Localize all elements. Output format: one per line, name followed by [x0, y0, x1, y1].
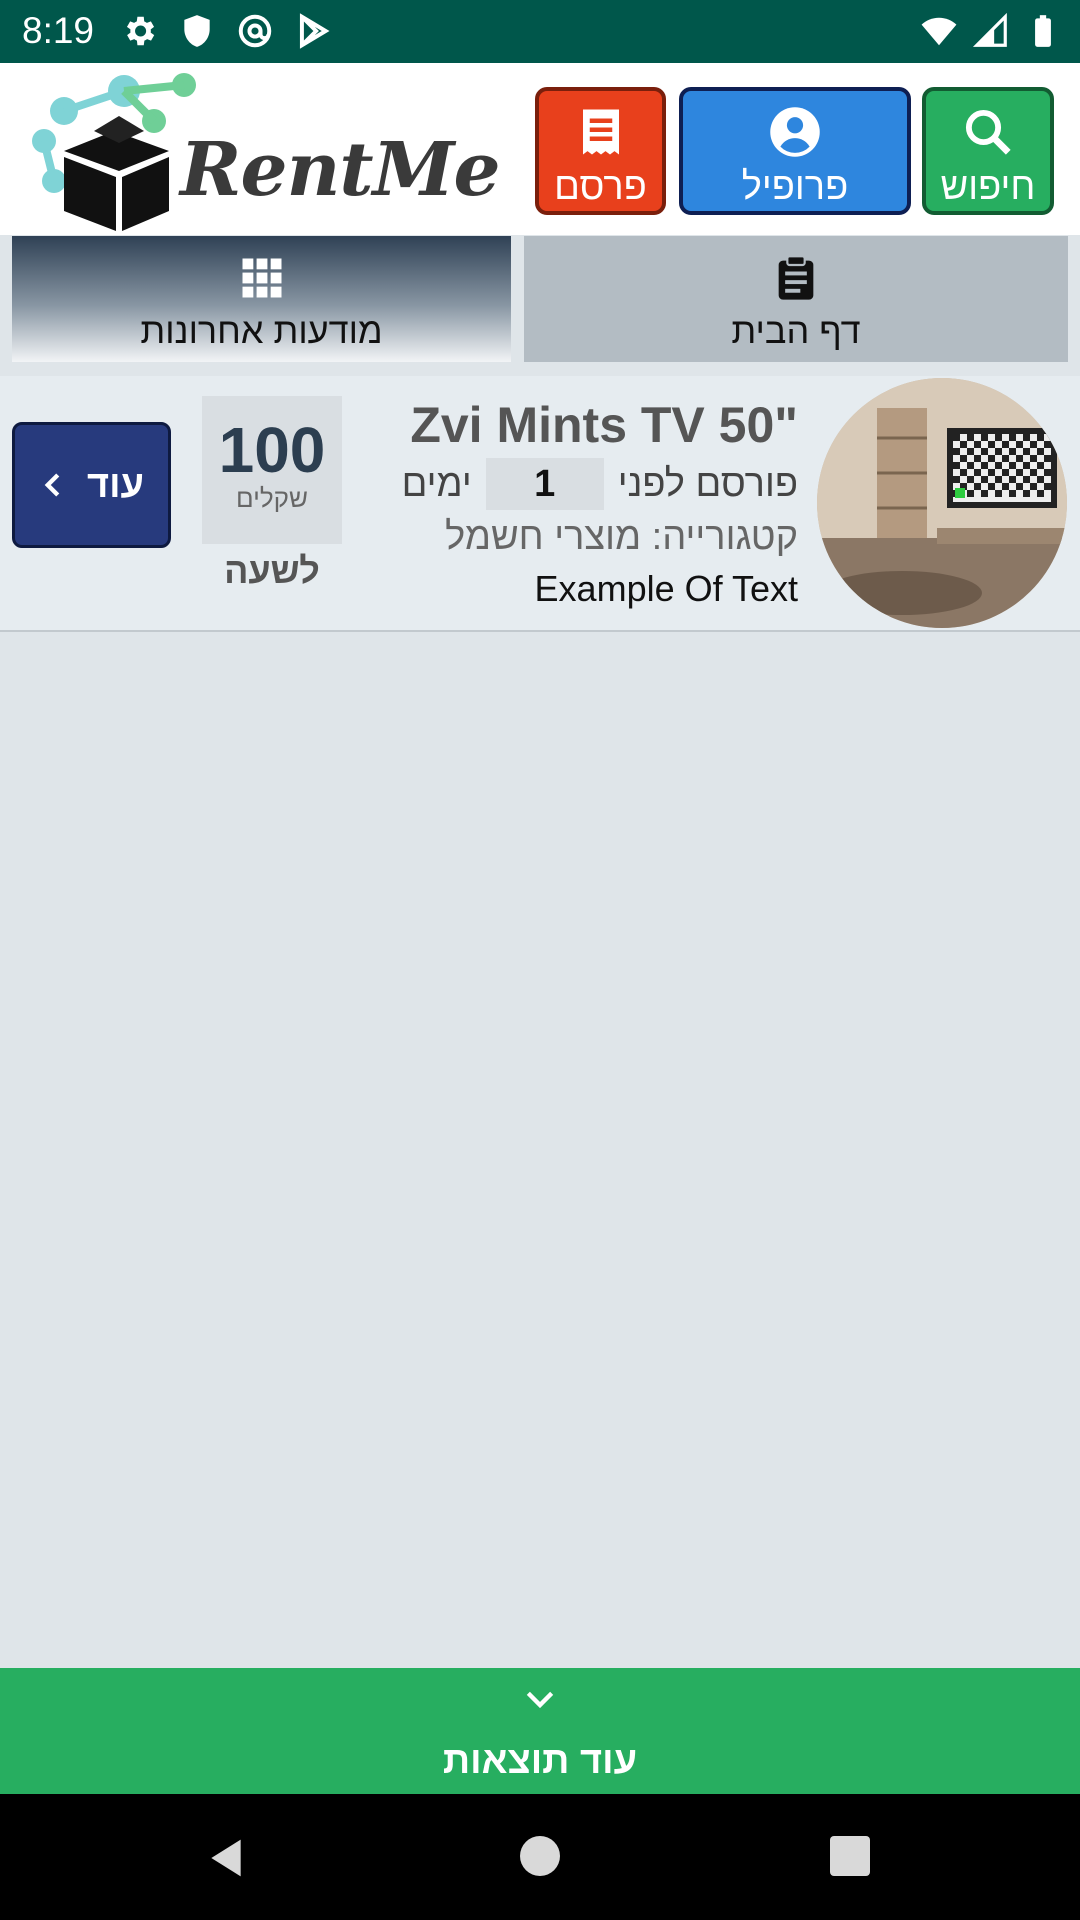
posted-suffix: ימים [401, 462, 472, 505]
nav-home-icon[interactable] [520, 1836, 560, 1876]
price-value: 100 [218, 414, 326, 486]
tab-home-label: דף הבית [731, 310, 861, 351]
price-period: לשעה [224, 550, 320, 591]
listing-thumbnail[interactable] [817, 378, 1067, 628]
tab-home[interactable]: דף הבית [524, 236, 1068, 362]
listing-description: Example Of Text [534, 568, 798, 609]
more-results-button[interactable]: עוד תוצאות [0, 1668, 1080, 1794]
status-time: 8:19 [22, 10, 95, 51]
listing-more-label: עוד [86, 463, 145, 506]
play-store-icon [299, 13, 330, 49]
at-sign-icon [238, 14, 272, 48]
search-icon [965, 109, 1011, 155]
status-left-icons [120, 12, 332, 50]
tab-recent-listings[interactable]: מודעות אחרונות [12, 236, 511, 362]
tv-room-image [817, 378, 1067, 628]
posted-prefix: פורסם לפני [617, 462, 798, 505]
logo-text: RentMe [180, 127, 501, 213]
app-logo[interactable]: RentMe [24, 71, 501, 231]
header: RentMe פרסם פרופיל חיפוש [0, 63, 1080, 235]
cell-signal-icon [972, 12, 1007, 47]
listing-more-button[interactable]: עוד [12, 422, 171, 548]
account-circle-icon [770, 107, 820, 157]
price-currency: שקלים [236, 483, 308, 513]
system-nav-bar [0, 1794, 1080, 1920]
chevron-left-icon [44, 473, 60, 497]
profile-button[interactable]: פרופיל [679, 87, 911, 215]
publish-button[interactable]: פרסם [535, 87, 666, 215]
listing-title[interactable]: Zvi Mints TV 50" [410, 396, 798, 454]
battery-icon [1035, 15, 1051, 47]
search-button-label: חיפוש [940, 166, 1036, 208]
profile-button-label: פרופיל [741, 166, 849, 208]
gear-icon [126, 16, 155, 46]
nav-back-icon[interactable] [204, 1836, 248, 1880]
grid-icon [242, 258, 281, 298]
nav-recents-icon[interactable] [830, 1836, 870, 1876]
publish-button-label: פרסם [554, 166, 647, 208]
status-bar: 8:19 [0, 0, 1080, 63]
more-results-label: עוד תוצאות [442, 1740, 638, 1782]
wifi-icon [921, 17, 957, 46]
posted-days: 1 [485, 458, 604, 510]
category-label: קטגורייה: [651, 516, 798, 558]
search-button[interactable]: חיפוש [922, 87, 1054, 215]
shield-icon [184, 15, 210, 47]
tab-recent-label: מודעות אחרונות [140, 310, 383, 351]
listing-card[interactable]: Zvi Mints TV 50" פורסם לפני 1 ימים קטגור… [0, 376, 1080, 632]
status-right-icons [920, 12, 1062, 50]
listing-posted-line: פורסם לפני 1 ימים [402, 458, 798, 510]
receipt-icon [582, 109, 619, 155]
clipboard-icon [778, 255, 814, 300]
chevron-down-icon [526, 1691, 554, 1709]
price-box: 100 שקלים [202, 396, 342, 544]
listing-category: קטגורייה: מוצרי חשמל [445, 516, 798, 559]
category-value: מוצרי חשמל [445, 516, 642, 558]
